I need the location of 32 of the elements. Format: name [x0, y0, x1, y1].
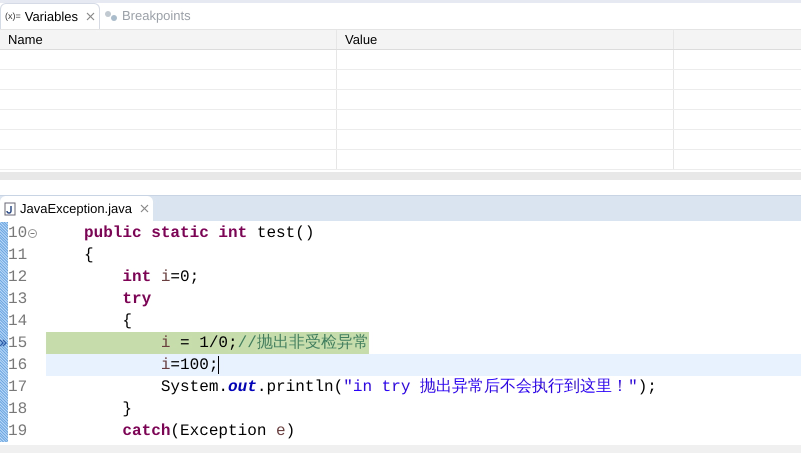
line-number: 16 — [8, 355, 28, 376]
code-line: int i=0; — [121, 267, 200, 288]
column-header[interactable]: Value — [345, 30, 378, 50]
variables-icon: (x)= — [5, 10, 21, 24]
code-line: { — [121, 311, 134, 332]
java-file-icon — [4, 202, 16, 216]
close-icon[interactable] — [140, 204, 150, 213]
tab-label: JavaException.java — [20, 200, 132, 218]
line-number: 14 — [8, 311, 28, 332]
fold-icon[interactable] — [28, 228, 38, 238]
code-line: } — [121, 399, 134, 420]
code-line: public static int test() — [83, 223, 316, 244]
tab-label: Breakpoints — [122, 7, 191, 26]
code-line: { — [83, 245, 95, 266]
view-tab[interactable]: (x)= Variables — [0, 3, 100, 29]
line-number: 15 — [8, 333, 28, 354]
line-number: 18 — [8, 399, 28, 420]
line-number: 17 — [8, 377, 28, 398]
editor-tab[interactable]: JavaException.java — [0, 196, 154, 221]
code-line: System.out.println("in try 抛出异常后不会执行到这里！"); — [160, 376, 658, 398]
line-number: 11 — [8, 245, 28, 266]
tab-label: Variables — [24, 8, 78, 26]
code-line: try — [121, 289, 152, 310]
column-header[interactable]: Name — [8, 30, 43, 50]
code-line: catch(Exception e) — [121, 421, 296, 442]
line-number: 19 — [8, 421, 28, 442]
line-number: 13 — [8, 289, 28, 310]
code-line: i = 1/0;//抛出非受检异常 — [46, 332, 801, 354]
line-number: 12 — [8, 267, 28, 288]
breakpoints-icon — [104, 10, 118, 22]
line-number: 10 — [8, 223, 28, 244]
close-icon[interactable] — [86, 12, 95, 21]
